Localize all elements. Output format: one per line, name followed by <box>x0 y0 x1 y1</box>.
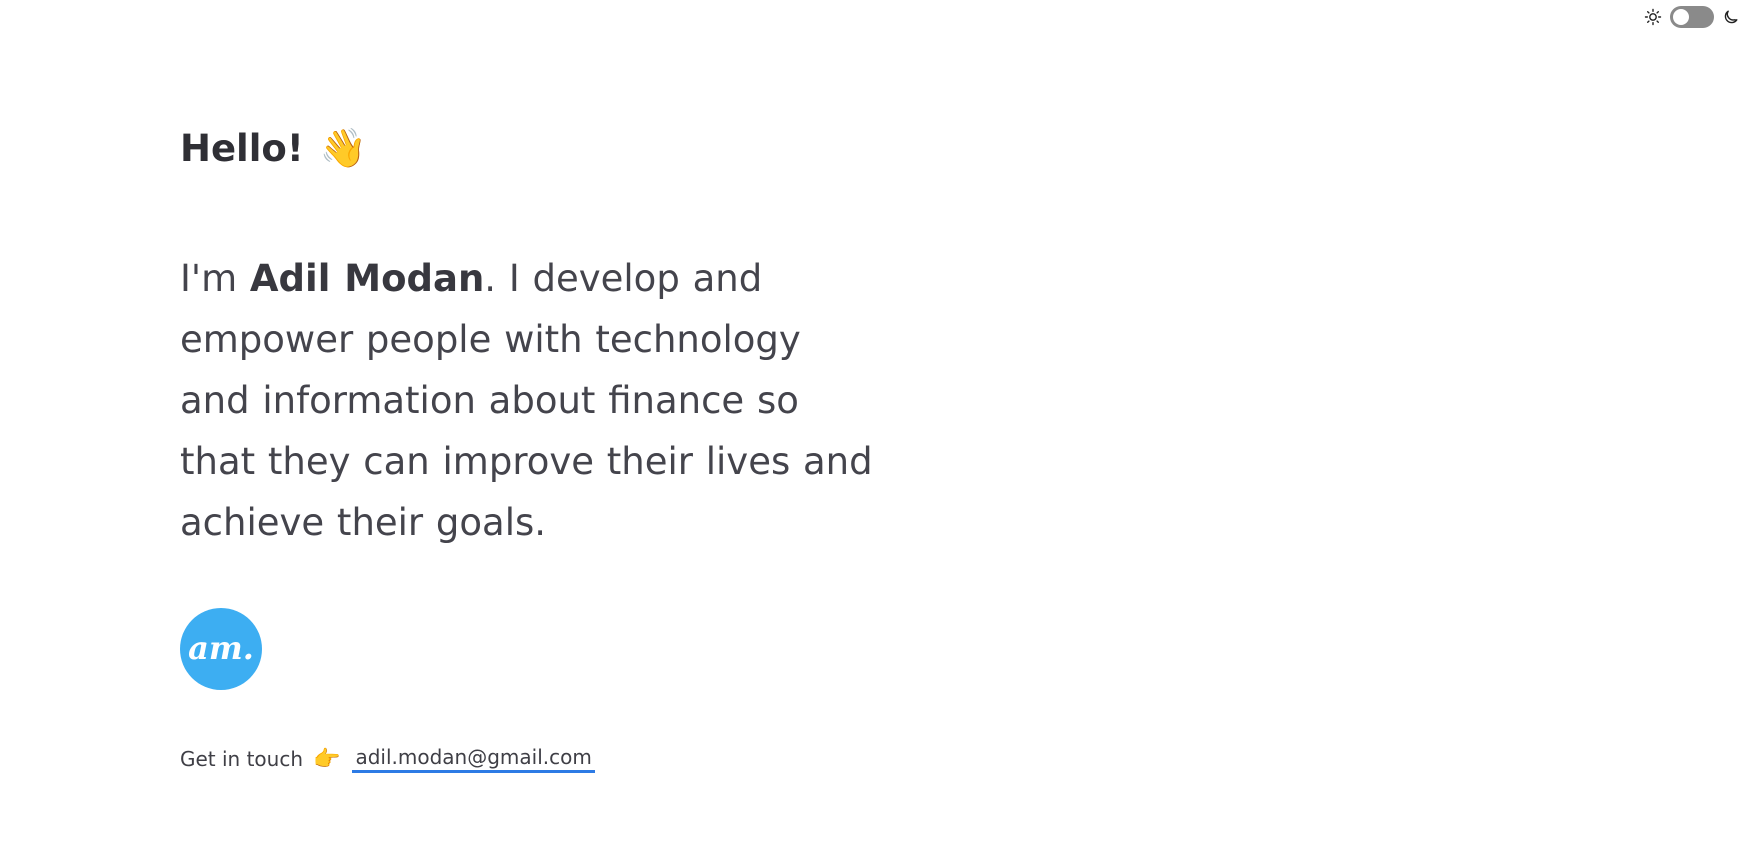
theme-switcher <box>1644 6 1740 28</box>
logo: am. <box>180 608 262 690</box>
waving-hand-icon: 👋 <box>319 125 368 170</box>
toggle-knob <box>1673 9 1689 25</box>
contact-label: Get in touch <box>180 747 304 771</box>
logo-text: am. <box>188 629 254 667</box>
sun-icon <box>1644 8 1662 26</box>
pointing-hand-icon: 👉 <box>313 746 341 772</box>
theme-toggle[interactable] <box>1670 6 1714 28</box>
intro-prefix: I'm <box>180 257 250 300</box>
greeting-text: Hello! <box>180 126 304 170</box>
author-name: Adil Modan <box>249 257 485 300</box>
email-link[interactable]: adil.modan@gmail.com <box>352 745 595 773</box>
intro-suffix: . I develop and empower people with tech… <box>180 257 873 544</box>
intro-paragraph: I'm Adil Modan. I develop and empower pe… <box>180 248 880 553</box>
contact-row: Get in touch 👉 adil.modan@gmail.com <box>180 745 880 773</box>
moon-icon <box>1722 8 1740 26</box>
greeting-heading: Hello! 👋 <box>180 118 880 178</box>
main-content: Hello! 👋 I'm Adil Modan. I develop and e… <box>180 118 880 773</box>
